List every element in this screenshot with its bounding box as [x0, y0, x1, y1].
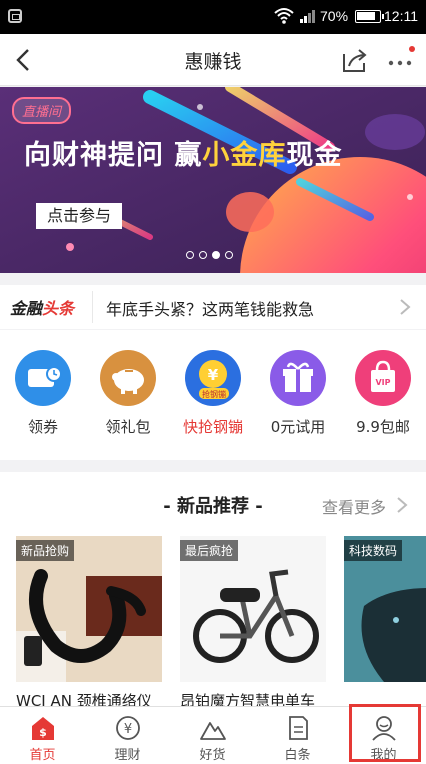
- banner-pagination: [186, 251, 233, 259]
- quick-entry-label: 9.9包邮: [356, 418, 410, 436]
- headline-part: 向财神提问 赢: [24, 140, 203, 171]
- product-name: WCI AN 颈椎通络仪: [16, 692, 152, 706]
- tab-baitiao[interactable]: 白条: [255, 707, 340, 764]
- signal-icon: [300, 10, 315, 23]
- svg-text:$: $: [39, 726, 47, 739]
- note-icon: [284, 714, 312, 742]
- divider: [92, 291, 93, 323]
- brand-part: 金融: [10, 299, 43, 318]
- product-card[interactable]: 新品抢购 WCI AN 颈椎通络仪: [16, 536, 162, 706]
- headline-part: 现金: [286, 140, 343, 171]
- nav-bar: 惠赚钱: [0, 34, 426, 86]
- new-products-section: - 新品推荐 - 查看更多 新品抢购 WCI AN 颈椎通络仪 最后疯抢 昂铂魔…: [0, 472, 426, 706]
- quick-entry-grid: 领券 领礼包 ¥ 抢钢镚 快抢钢镚 0元试用 VIP 9.9包邮: [0, 330, 426, 460]
- battery-icon: [355, 10, 384, 23]
- tab-label: 白条: [284, 748, 311, 763]
- tab-label: 首页: [29, 748, 56, 763]
- coin-badge-text: 抢钢镚: [202, 389, 226, 399]
- finance-headlines-logo: 金融头条: [10, 295, 74, 319]
- clock: 12:11: [384, 8, 418, 24]
- product-card[interactable]: 最后疯抢 昂铂魔方智慧电单车: [180, 536, 326, 706]
- tab-finance[interactable]: ¥ 理财: [85, 707, 170, 764]
- svg-text:¥: ¥: [123, 722, 131, 737]
- product-image[interactable]: 科技数码: [344, 536, 426, 682]
- selection-highlight: [349, 704, 421, 762]
- gift-icon: [270, 350, 326, 406]
- product-badge: 科技数码: [344, 540, 403, 561]
- quick-entry-label: 快抢钢镚: [182, 418, 243, 436]
- finance-news-ticker[interactable]: 金融头条 年底手头紧？这两笔钱能救急: [0, 285, 426, 329]
- product-image[interactable]: 最后疯抢: [180, 536, 326, 682]
- live-tag: 直播间: [12, 97, 72, 124]
- mountain-icon: [199, 714, 227, 742]
- tab-label: 理财: [114, 748, 141, 763]
- banner-headline: 向财神提问 赢小金库现金: [24, 133, 342, 172]
- pagination-dot[interactable]: [199, 251, 207, 259]
- shopping-bag-icon: VIP: [355, 350, 411, 406]
- chevron-right-icon[interactable]: [396, 496, 408, 514]
- status-bar: 70% 12:11: [0, 0, 426, 34]
- product-image[interactable]: 新品抢购: [16, 536, 162, 682]
- pagination-dot[interactable]: [225, 251, 233, 259]
- home-icon: $: [29, 714, 57, 742]
- quick-entry-gift-pack[interactable]: 领礼包: [85, 350, 171, 437]
- pagination-dot[interactable]: [212, 251, 220, 259]
- product-badge: 最后疯抢: [180, 540, 239, 561]
- pagination-dot[interactable]: [186, 251, 194, 259]
- tab-goods[interactable]: 好货: [170, 707, 255, 764]
- quick-entry-grab-coins[interactable]: ¥ 抢钢镚 快抢钢镚: [170, 350, 256, 437]
- tab-home[interactable]: $ 首页: [0, 707, 85, 764]
- svg-text:¥: ¥: [208, 366, 219, 384]
- product-card[interactable]: 科技数码: [344, 536, 426, 690]
- product-name: 昂铂魔方智慧电单车: [180, 692, 316, 706]
- product-badge: 新品抢购: [16, 540, 75, 561]
- tab-label: 好货: [199, 748, 226, 763]
- share-icon[interactable]: [340, 46, 370, 74]
- quick-entry-label: 0元试用: [270, 418, 326, 436]
- wifi-icon: [274, 8, 294, 24]
- news-headline[interactable]: 年底手头紧？这两笔钱能救急: [106, 296, 314, 320]
- see-more-link[interactable]: 查看更多: [322, 494, 386, 518]
- quick-entry-label: 领券: [27, 418, 58, 436]
- brand-part-red: 头条: [42, 299, 75, 318]
- quick-entry-coupon[interactable]: 领券: [0, 350, 86, 437]
- headline-highlight: 小金库: [202, 140, 287, 171]
- yen-coin-icon: ¥ 抢钢镚: [185, 350, 241, 406]
- quick-entry-free-shipping[interactable]: VIP 9.9包邮: [340, 350, 426, 437]
- coupon-icon: [15, 350, 71, 406]
- participate-button[interactable]: 点击参与: [36, 203, 122, 229]
- quick-entry-free-trial[interactable]: 0元试用: [255, 350, 341, 437]
- quick-entry-label: 领礼包: [105, 418, 151, 436]
- battery-percent: 70%: [320, 8, 349, 24]
- chevron-right-icon: [400, 299, 411, 315]
- piggy-bank-icon: [100, 350, 156, 406]
- promo-banner[interactable]: 直播间 向财神提问 赢小金库现金 点击参与: [0, 87, 426, 273]
- notification-dot: [409, 46, 415, 52]
- app-notification-icon: [8, 9, 22, 23]
- yen-icon: ¥: [114, 714, 142, 742]
- vip-badge-text: VIP: [375, 378, 390, 387]
